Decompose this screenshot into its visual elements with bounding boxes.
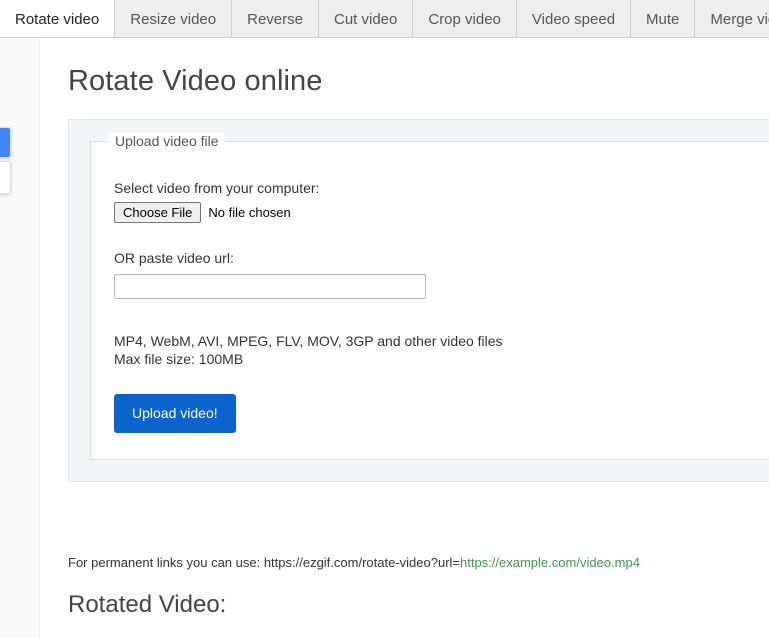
tab-crop-video[interactable]: Crop video: [413, 0, 517, 37]
page-title: Rotate Video online: [68, 65, 323, 97]
permanent-link-prefix: For permanent links you can use: https:/…: [68, 555, 460, 570]
video-url-input[interactable]: [114, 274, 426, 299]
floating-blue-widget[interactable]: [0, 127, 11, 158]
tab-label: Mute: [646, 10, 680, 28]
permanent-link-text: For permanent links you can use: https:/…: [68, 555, 640, 570]
file-status-label: No file chosen: [208, 205, 291, 220]
floating-white-widget[interactable]: [0, 161, 11, 194]
tab-cut-video[interactable]: Cut video: [318, 0, 414, 37]
permanent-link-example-url: https://example.com/video.mp4: [460, 555, 640, 570]
upload-fieldset-legend: Upload video file: [109, 133, 225, 149]
tab-label: Reverse: [247, 10, 303, 28]
main-content: Rotate Video online Upload video file Se…: [41, 39, 769, 638]
video-url-label: OR paste video url:: [114, 250, 234, 266]
tab-label: Rotate video: [15, 11, 100, 28]
tab-resize-video[interactable]: Resize video: [115, 0, 233, 37]
file-input-row: Choose File No file chosen: [91, 202, 769, 223]
tab-label: Video speed: [531, 10, 616, 28]
tab-bar: Rotate video Resize video Reverse Cut vi…: [0, 0, 769, 38]
app-root: Rotate video Resize video Reverse Cut vi…: [0, 0, 769, 638]
tab-merge-video[interactable]: Merge video: [695, 0, 769, 37]
left-gutter: [0, 39, 40, 638]
choose-file-button[interactable]: Choose File: [114, 202, 202, 223]
tab-reverse[interactable]: Reverse: [232, 0, 319, 37]
upload-fieldset: Upload video file Select video from your…: [90, 133, 769, 460]
tab-video-speed[interactable]: Video speed: [516, 0, 632, 37]
tab-mute[interactable]: Mute: [631, 0, 696, 37]
rotated-video-heading: Rotated Video:: [68, 591, 227, 618]
upload-panel: Upload video file Select video from your…: [68, 119, 769, 482]
tab-label: Resize video: [130, 10, 217, 28]
select-video-label: Select video from your computer:: [114, 180, 320, 196]
tab-rotate-video[interactable]: Rotate video: [0, 0, 116, 37]
supported-formats-text: MP4, WebM, AVI, MPEG, FLV, MOV, 3GP and …: [114, 333, 503, 349]
tab-label: Merge video: [710, 10, 769, 28]
max-file-size-text: Max file size: 100MB: [114, 351, 244, 367]
video-url-row: [91, 266, 769, 299]
tab-label: Crop video: [428, 10, 501, 28]
upload-video-button[interactable]: Upload video!: [114, 394, 236, 433]
tab-label: Cut video: [333, 10, 398, 28]
